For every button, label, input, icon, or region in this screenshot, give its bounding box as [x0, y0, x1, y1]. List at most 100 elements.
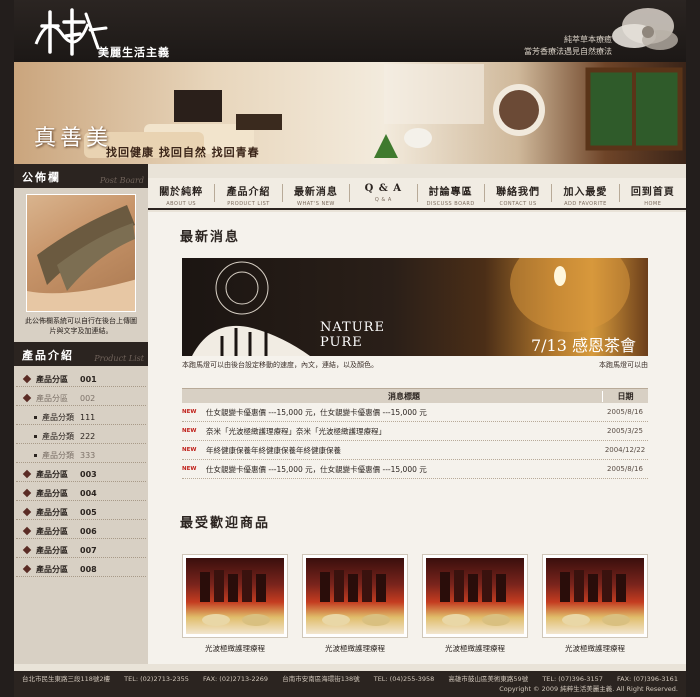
promo-en-line-1: NATURE: [320, 320, 385, 335]
new-badge-icon: NEW: [182, 466, 197, 472]
header: 美麗生活主義 純萃草本療癒 當芳香療法遇見自然療法: [14, 0, 686, 62]
nav-item-5[interactable]: 聯絡我們 CONTACT US: [485, 178, 551, 208]
category-label: 產品分類: [42, 450, 74, 460]
product-list-title-en: Product List: [94, 354, 144, 363]
nav-item-4[interactable]: 討論專區 DISCUSS BOARD: [418, 178, 484, 208]
news-title[interactable]: 仕女靚變卡優惠價 ---15,000 元，仕女靚變卡優惠價 ---15,000 …: [202, 464, 602, 475]
category-label: 產品分區: [36, 526, 68, 536]
product-image[interactable]: [302, 554, 408, 638]
lotus-flower-icon: [612, 8, 678, 50]
sidebar: 公佈欄 Post Board 此公佈欄系統可以自行在後台上傳圖片與文字及加連結。…: [14, 164, 148, 664]
nav-label: Q & A: [364, 183, 403, 194]
category-label: 產品分區: [36, 374, 68, 384]
footer-contacts: 台北市民生東路三段118號2樓 TEL: (02)2713-2355 FAX: …: [22, 674, 678, 684]
favorite-products: 光波極緻護理療程 光波極緻護理療程 光波極緻護理療程 光波極緻護理療程: [182, 554, 648, 654]
nav-item-7[interactable]: 回到首頁 HOME: [620, 178, 686, 208]
news-row[interactable]: NEW 奈米「光波極緻護理療程」奈米「光波極緻護理療程」 2005/3/25: [182, 422, 648, 441]
banner-title: 真善美: [34, 126, 113, 151]
category-item[interactable]: 產品分區 006: [16, 520, 146, 539]
category-number: 001: [80, 374, 97, 384]
category-number: 333: [80, 450, 96, 460]
notice-board-image[interactable]: [26, 194, 136, 312]
new-badge-icon: NEW: [182, 447, 197, 453]
nav-item-2[interactable]: 最新消息 WHAT'S NEW: [283, 178, 349, 208]
product-image[interactable]: [542, 554, 648, 638]
category-item[interactable]: 產品分區 007: [16, 539, 146, 558]
copyright: Copyright © 2009 純粹生活美麗主義. All Right Res…: [499, 685, 678, 693]
promo-event-title: 7/13 感恩茶會: [530, 336, 636, 355]
brand-tagline: 美麗生活主義: [98, 46, 170, 59]
footer-tel-2: TEL: (04)255-3958: [373, 675, 435, 683]
product-image[interactable]: [422, 554, 528, 638]
main-nav: 關於純粹 ABOUT US 產品介紹 PRODUCT LIST 最新消息 WHAT'S N…: [148, 178, 686, 210]
category-number: 008: [80, 564, 97, 574]
news-row[interactable]: NEW 年終健康保養年終健康保養年終健康保養 2004/12/22: [182, 441, 648, 460]
footer-tel-3: TEL: (07)396-3157: [542, 675, 603, 683]
nav-label: 加入最愛: [563, 187, 608, 198]
category-item[interactable]: 產品分區 005: [16, 501, 146, 520]
nav-item-1[interactable]: 產品介紹 PRODUCT LIST: [215, 178, 281, 208]
column-date: 日期: [602, 390, 648, 402]
category-item[interactable]: 產品分區 002: [16, 387, 146, 406]
nav-label: 產品介紹: [226, 187, 271, 198]
product-card[interactable]: 光波極緻護理療程: [542, 554, 648, 654]
column-title: 消息標題: [388, 391, 420, 401]
footer-fax-1: FAX: (02)2713-2269: [203, 675, 269, 683]
product-name[interactable]: 光波極緻護理療程: [542, 643, 648, 654]
nav-item-6[interactable]: 加入最愛 ADD FAVORITE: [552, 178, 618, 208]
category-number: 111: [80, 412, 96, 422]
essential-oil-bottles-icon: [560, 570, 630, 626]
product-name[interactable]: 光波極緻護理療程: [302, 643, 408, 654]
news-title[interactable]: 奈米「光波極緻護理療程」奈米「光波極緻護理療程」: [202, 426, 602, 437]
footer-address-1: 台北市民生東路三段118號2樓: [22, 675, 111, 683]
category-number: 005: [80, 507, 97, 517]
category-item[interactable]: 產品分類 222: [16, 425, 146, 444]
category-item[interactable]: 產品分區 001: [16, 368, 146, 387]
product-name[interactable]: 光波極緻護理療程: [422, 643, 528, 654]
essential-oil-bottles-icon: [200, 570, 270, 626]
promo-en-line-2: PURE: [320, 335, 363, 350]
news-date: 2004/12/22: [604, 446, 646, 454]
category-item[interactable]: 產品分區 008: [16, 558, 146, 577]
nav-item-0[interactable]: 關於純粹 ABOUT US: [148, 178, 214, 208]
nav-label: 關於純粹: [159, 187, 204, 198]
category-item[interactable]: 產品分類 333: [16, 444, 146, 463]
category-number: 007: [80, 545, 97, 555]
nav-item-3[interactable]: Q & A Q & A: [350, 178, 416, 208]
promo-english-text: NATURE PURE: [320, 320, 385, 350]
banner-subtitle: 找回健康 找回自然 找回青春: [106, 146, 260, 159]
news-row[interactable]: NEW 仕女靚變卡優惠價 ---15,000 元，仕女靚變卡優惠價 ---15,0…: [182, 460, 648, 479]
news-title[interactable]: 年終健康保養年終健康保養年終健康保養: [202, 445, 602, 456]
category-item[interactable]: 產品分區 004: [16, 482, 146, 501]
news-row[interactable]: NEW 仕女靚變卡優惠價 ---15,000 元，仕女靚變卡優惠價 ---15,0…: [182, 403, 648, 422]
product-name[interactable]: 光波極緻護理療程: [182, 643, 288, 654]
favorites-section-title: 最受歡迎商品: [180, 516, 271, 531]
diamond-bullet-icon: [22, 469, 32, 479]
promo-banner[interactable]: NATURE PURE 7/13 感恩茶會: [182, 258, 648, 356]
product-card[interactable]: 光波極緻護理療程: [422, 554, 528, 654]
category-number: 006: [80, 526, 97, 536]
product-card[interactable]: 光波極緻護理療程: [182, 554, 288, 654]
category-item[interactable]: 產品分區 003: [16, 463, 146, 482]
product-list-header: 產品介紹 Product List: [14, 342, 148, 366]
product-image[interactable]: [182, 554, 288, 638]
footer-tel-1: TEL: (02)2713-2355: [124, 675, 189, 683]
category-item[interactable]: 產品分類 111: [16, 406, 146, 425]
marquee-text-repeat[interactable]: 本跑馬燈可以由: [599, 360, 648, 370]
category-number: 222: [80, 431, 96, 441]
nav-label-en: WHAT'S NEW: [297, 201, 335, 207]
category-number: 003: [80, 469, 97, 479]
notice-board-text: 此公佈欄系統可以自行在後台上傳圖片與文字及加連結。: [25, 317, 137, 335]
news-title[interactable]: 仕女靚變卡優惠價 ---15,000 元，仕女靚變卡優惠價 ---15,000 …: [202, 407, 602, 418]
new-badge-icon: NEW: [182, 409, 197, 415]
marquee-text[interactable]: 本跑馬燈可以由後台設定移動的速度，內文，連結，以及顏色。: [182, 360, 378, 370]
nav-label-en: ABOUT US: [166, 201, 197, 207]
page-frame: 美麗生活主義 純萃草本療癒 當芳香療法遇見自然療法 真善美 找回健康 找回自然 …: [14, 0, 686, 697]
product-card[interactable]: 光波極緻護理療程: [302, 554, 408, 654]
category-label: 產品分類: [42, 412, 74, 422]
news-section-title: 最新消息: [180, 230, 241, 245]
notice-board-title: 公佈欄: [22, 171, 61, 184]
category-label: 產品分區: [36, 488, 68, 498]
diamond-bullet-icon: [22, 526, 32, 536]
category-label: 產品分區: [36, 469, 68, 479]
